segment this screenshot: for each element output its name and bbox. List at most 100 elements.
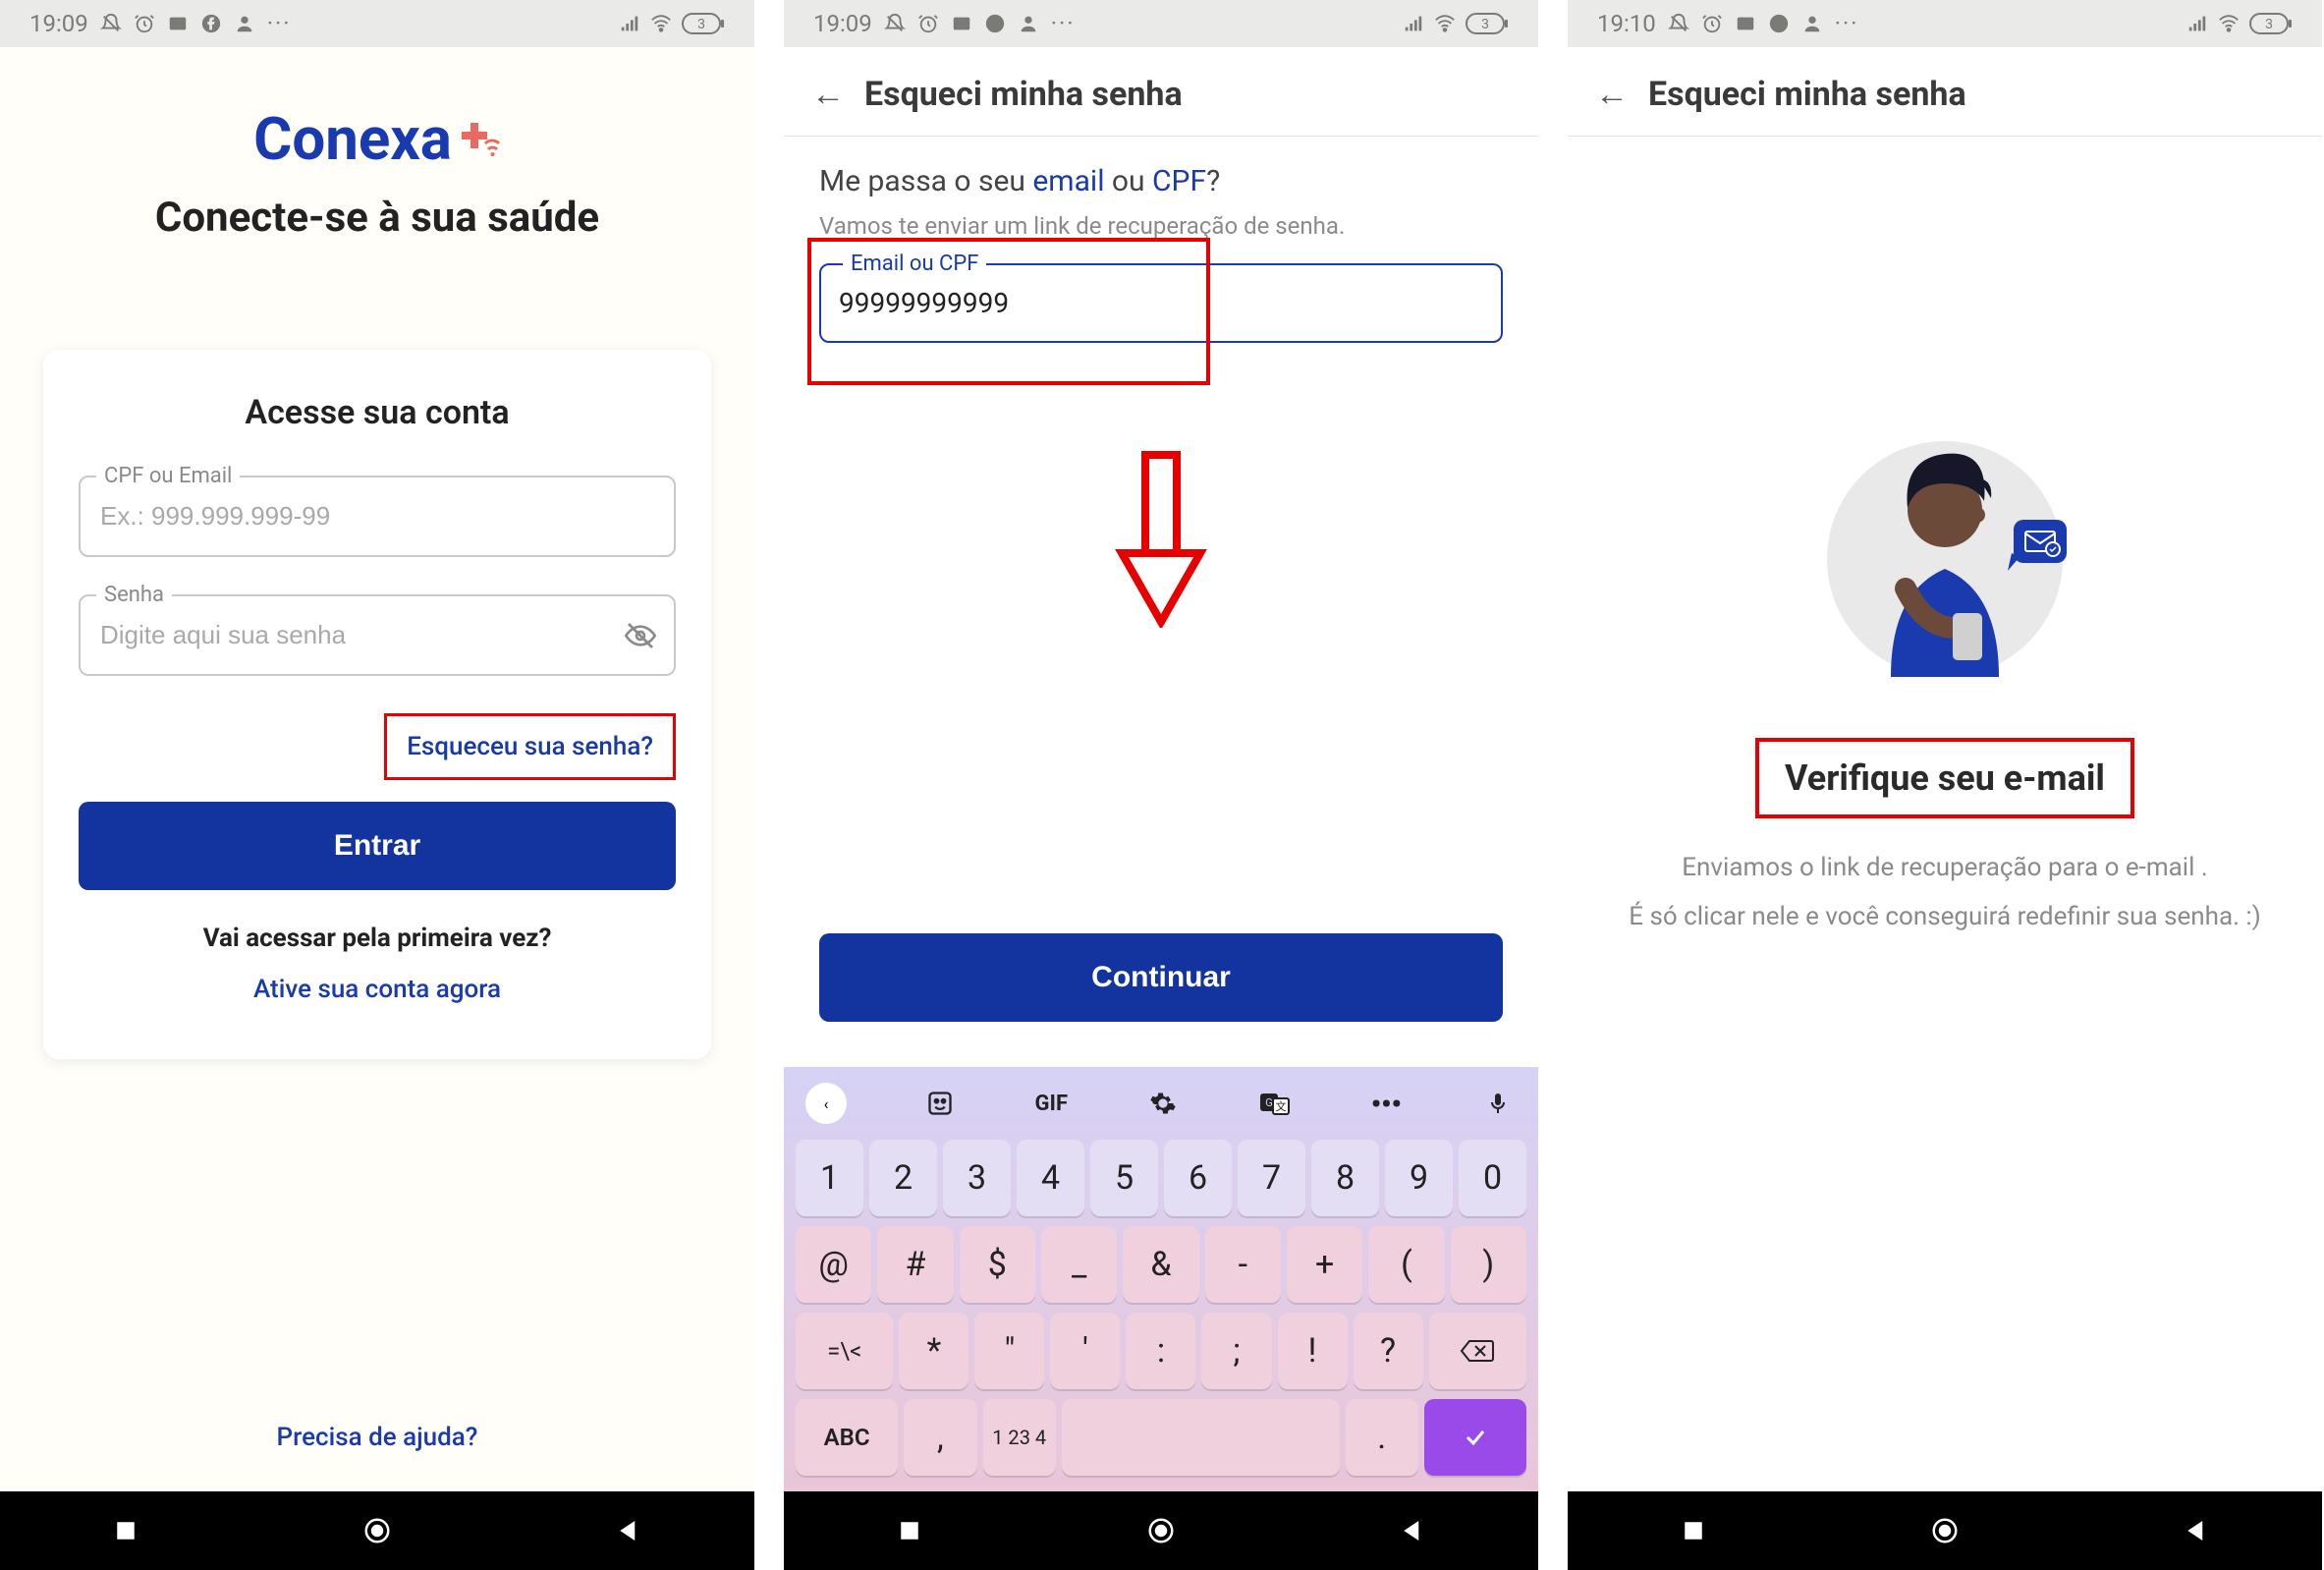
key-3[interactable]: 3 — [943, 1140, 1011, 1216]
kb-row-4: ABC , 1 23 4 . — [792, 1399, 1530, 1476]
cpf-email-label: CPF ou Email — [96, 464, 240, 488]
key-dquote[interactable]: " — [974, 1313, 1044, 1389]
help-link[interactable]: Precisa de ajuda? — [277, 1423, 478, 1452]
person-icon — [234, 13, 255, 34]
verify-header: ← Esqueci minha senha — [1568, 47, 2322, 137]
key-colon[interactable]: : — [1126, 1313, 1195, 1389]
numkey-bot: 3 4 — [1020, 1428, 1046, 1448]
header-title: Esqueci minha senha — [864, 75, 1183, 114]
key-symbols[interactable]: =\< — [796, 1313, 893, 1389]
phone-screen-verify: 19:10 ··· 3 ← Esqueci minha senha — [1568, 0, 2322, 1570]
nav-recent-icon[interactable] — [111, 1516, 140, 1545]
status-right: 3 — [1403, 13, 1509, 34]
key-numpad[interactable]: 1 23 4 — [983, 1399, 1056, 1476]
key-abc[interactable]: ABC — [796, 1399, 898, 1476]
key-0[interactable]: 0 — [1459, 1140, 1526, 1216]
kb-collapse-icon[interactable]: ‹ — [805, 1083, 847, 1124]
numkey-top: 1 2 — [992, 1428, 1019, 1448]
key-enter[interactable] — [1424, 1399, 1526, 1476]
brand: Conexa — [253, 104, 501, 174]
cpf-email-field: CPF ou Email — [79, 476, 676, 557]
key-1[interactable]: 1 — [796, 1140, 863, 1216]
forgot-password-highlight: Esqueceu sua senha? — [384, 713, 676, 780]
back-arrow-icon[interactable]: ← — [1595, 75, 1629, 114]
alarm-icon — [917, 13, 939, 34]
person-icon — [1018, 13, 1039, 34]
kb-gif-button[interactable]: GIF — [1032, 1085, 1070, 1122]
header-title: Esqueci minha senha — [1648, 75, 1966, 114]
nav-home-icon[interactable] — [362, 1516, 392, 1545]
wifi-icon — [2218, 13, 2240, 34]
key-5[interactable]: 5 — [1090, 1140, 1158, 1216]
kb-translate-icon[interactable]: G文 — [1256, 1085, 1294, 1122]
key-8[interactable]: 8 — [1311, 1140, 1379, 1216]
kb-more-icon[interactable]: ••• — [1367, 1085, 1405, 1122]
kb-settings-icon[interactable] — [1144, 1085, 1182, 1122]
key-lparen[interactable]: ( — [1368, 1226, 1444, 1303]
message-icon — [1735, 13, 1756, 34]
verify-body: Verifique seu e-mail Enviamos o link de … — [1568, 137, 2322, 1491]
key-bang[interactable]: ! — [1278, 1313, 1348, 1389]
plus-wifi-icon — [462, 120, 501, 159]
status-time: 19:10 — [1597, 10, 1656, 37]
alarm-icon — [1701, 13, 1723, 34]
activate-account-link[interactable]: Ative sua conta agora — [253, 975, 501, 1004]
key-minus[interactable]: - — [1205, 1226, 1281, 1303]
key-9[interactable]: 9 — [1385, 1140, 1453, 1216]
key-comma[interactable]: , — [904, 1399, 976, 1476]
verify-sub-1: Enviamos o link de recuperação para o e-… — [1682, 848, 2207, 889]
key-4[interactable]: 4 — [1017, 1140, 1084, 1216]
facebook-icon — [1768, 13, 1790, 34]
soft-keyboard: ‹ GIF G文 ••• 1 2 3 4 5 6 7 8 9 0 @ # $ _… — [784, 1067, 1538, 1491]
key-2[interactable]: 2 — [869, 1140, 937, 1216]
status-time: 19:09 — [29, 10, 88, 37]
key-hash[interactable]: # — [877, 1226, 953, 1303]
forgot-password-link[interactable]: Esqueceu sua senha? — [407, 732, 653, 761]
continue-button[interactable]: Continuar — [819, 933, 1503, 1022]
nav-home-icon[interactable] — [1146, 1516, 1176, 1545]
android-nav-bar — [784, 1491, 1538, 1570]
nav-home-icon[interactable] — [1930, 1516, 1960, 1545]
key-star[interactable]: * — [899, 1313, 968, 1389]
status-bar: 19:09 ··· 3 — [784, 0, 1538, 47]
key-underscore[interactable]: _ — [1041, 1226, 1117, 1303]
status-more-icon: ··· — [1051, 10, 1076, 37]
person-icon — [1801, 13, 1823, 34]
card-title: Acesse sua conta — [245, 393, 509, 432]
key-amp[interactable]: & — [1123, 1226, 1198, 1303]
key-squote[interactable]: ' — [1050, 1313, 1120, 1389]
status-left: 19:09 ··· — [813, 10, 1076, 37]
key-semicolon[interactable]: ; — [1201, 1313, 1271, 1389]
key-dollar[interactable]: $ — [960, 1226, 1035, 1303]
key-question[interactable]: ? — [1354, 1313, 1423, 1389]
key-rparen[interactable]: ) — [1451, 1226, 1526, 1303]
kb-sticker-icon[interactable] — [921, 1085, 959, 1122]
login-button[interactable]: Entrar — [79, 802, 676, 890]
key-dot[interactable]: . — [1346, 1399, 1418, 1476]
eye-off-icon[interactable] — [625, 620, 656, 651]
password-label: Senha — [96, 583, 172, 607]
status-time: 19:09 — [813, 10, 872, 37]
prompt-pre: Me passa o seu — [819, 164, 1032, 198]
email-cpf-field[interactable]: Email ou CPF 99999999999 — [819, 263, 1503, 343]
password-field: Senha — [79, 594, 676, 676]
prompt-mid: ou — [1104, 164, 1152, 198]
nav-back-icon[interactable] — [1398, 1516, 1427, 1545]
key-backspace[interactable] — [1429, 1313, 1526, 1389]
bell-off-icon — [100, 13, 122, 34]
wifi-icon — [1434, 13, 1456, 34]
key-at[interactable]: @ — [796, 1226, 871, 1303]
nav-recent-icon[interactable] — [1679, 1516, 1708, 1545]
battery-icon: 3 — [2249, 13, 2293, 34]
nav-back-icon[interactable] — [614, 1516, 643, 1545]
email-cpf-value: 99999999999 — [839, 287, 1009, 319]
key-6[interactable]: 6 — [1164, 1140, 1232, 1216]
nav-recent-icon[interactable] — [895, 1516, 924, 1545]
first-time-text: Vai acessar pela primeira vez? — [203, 924, 552, 953]
nav-back-icon[interactable] — [2182, 1516, 2211, 1545]
kb-mic-icon[interactable] — [1479, 1085, 1517, 1122]
back-arrow-icon[interactable]: ← — [811, 75, 845, 114]
key-space[interactable] — [1062, 1399, 1340, 1476]
key-plus[interactable]: + — [1287, 1226, 1362, 1303]
key-7[interactable]: 7 — [1238, 1140, 1305, 1216]
